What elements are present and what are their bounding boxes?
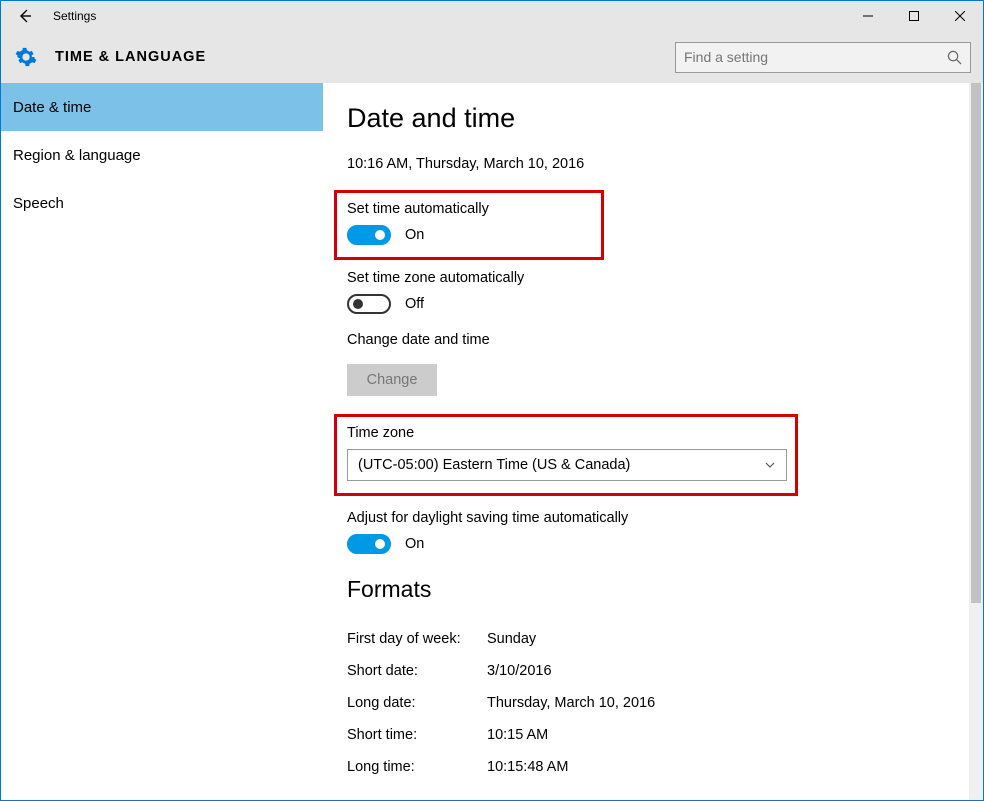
- timezone-value: (UTC-05:00) Eastern Time (US & Canada): [358, 457, 630, 473]
- dst-state: On: [405, 536, 424, 552]
- format-value: 10:15 AM: [487, 727, 548, 743]
- current-datetime: 10:16 AM, Thursday, March 10, 2016: [347, 156, 969, 172]
- format-label: Long date:: [347, 695, 487, 711]
- window-title: Settings: [49, 9, 96, 23]
- scrollbar-thumb[interactable]: [971, 83, 981, 603]
- sidebar-item-label: Date & time: [13, 99, 91, 116]
- format-value: 3/10/2016: [487, 663, 552, 679]
- titlebar: Settings: [1, 1, 983, 31]
- change-datetime-label: Change date and time: [347, 332, 969, 348]
- change-button: Change: [347, 364, 437, 396]
- formats-table: First day of week: Sunday Short date: 3/…: [347, 623, 969, 783]
- section-title: TIME & LANGUAGE: [55, 49, 206, 65]
- set-tz-auto-toggle[interactable]: [347, 294, 391, 314]
- sidebar-item-date-time[interactable]: Date & time: [1, 83, 323, 131]
- close-button[interactable]: [937, 1, 983, 31]
- sidebar: Date & time Region & language Speech: [1, 83, 323, 800]
- formats-heading: Formats: [347, 576, 969, 603]
- dst-toggle[interactable]: [347, 534, 391, 554]
- back-arrow-icon: [17, 8, 33, 24]
- format-label: First day of week:: [347, 631, 487, 647]
- set-time-auto-toggle[interactable]: [347, 225, 391, 245]
- sidebar-item-label: Speech: [13, 195, 64, 212]
- format-label: Long time:: [347, 759, 487, 775]
- page-heading: Date and time: [347, 103, 969, 134]
- maximize-button[interactable]: [891, 1, 937, 31]
- highlight-set-time-auto: Set time automatically On: [334, 190, 604, 260]
- format-label: Short date:: [347, 663, 487, 679]
- sidebar-item-speech[interactable]: Speech: [1, 179, 323, 227]
- minimize-button[interactable]: [845, 1, 891, 31]
- scrollbar[interactable]: [969, 83, 983, 800]
- content: Date and time 10:16 AM, Thursday, March …: [323, 83, 969, 800]
- format-value: 10:15:48 AM: [487, 759, 568, 775]
- maximize-icon: [909, 11, 919, 21]
- set-tz-auto-state: Off: [405, 296, 424, 312]
- dst-label: Adjust for daylight saving time automati…: [347, 510, 969, 526]
- header: TIME & LANGUAGE: [1, 31, 983, 83]
- set-time-auto-label: Set time automatically: [347, 201, 591, 217]
- chevron-down-icon: [764, 459, 776, 471]
- format-row: Short time: 10:15 AM: [347, 719, 969, 751]
- format-row: First day of week: Sunday: [347, 623, 969, 655]
- set-time-auto-state: On: [405, 227, 424, 243]
- format-value: Sunday: [487, 631, 536, 647]
- highlight-timezone: Time zone (UTC-05:00) Eastern Time (US &…: [334, 414, 798, 496]
- format-row: Long time: 10:15:48 AM: [347, 751, 969, 783]
- back-button[interactable]: [1, 1, 49, 31]
- set-tz-auto-label: Set time zone automatically: [347, 270, 969, 286]
- timezone-label: Time zone: [347, 425, 785, 441]
- format-label: Short time:: [347, 727, 487, 743]
- search-box[interactable]: [675, 42, 971, 73]
- sidebar-item-label: Region & language: [13, 147, 141, 164]
- close-icon: [955, 11, 965, 21]
- format-value: Thursday, March 10, 2016: [487, 695, 655, 711]
- search-icon: [947, 50, 962, 65]
- timezone-dropdown[interactable]: (UTC-05:00) Eastern Time (US & Canada): [347, 449, 787, 481]
- search-input[interactable]: [684, 49, 947, 65]
- gear-icon: [15, 46, 37, 68]
- format-row: Long date: Thursday, March 10, 2016: [347, 687, 969, 719]
- minimize-icon: [863, 11, 873, 21]
- sidebar-item-region-language[interactable]: Region & language: [1, 131, 323, 179]
- format-row: Short date: 3/10/2016: [347, 655, 969, 687]
